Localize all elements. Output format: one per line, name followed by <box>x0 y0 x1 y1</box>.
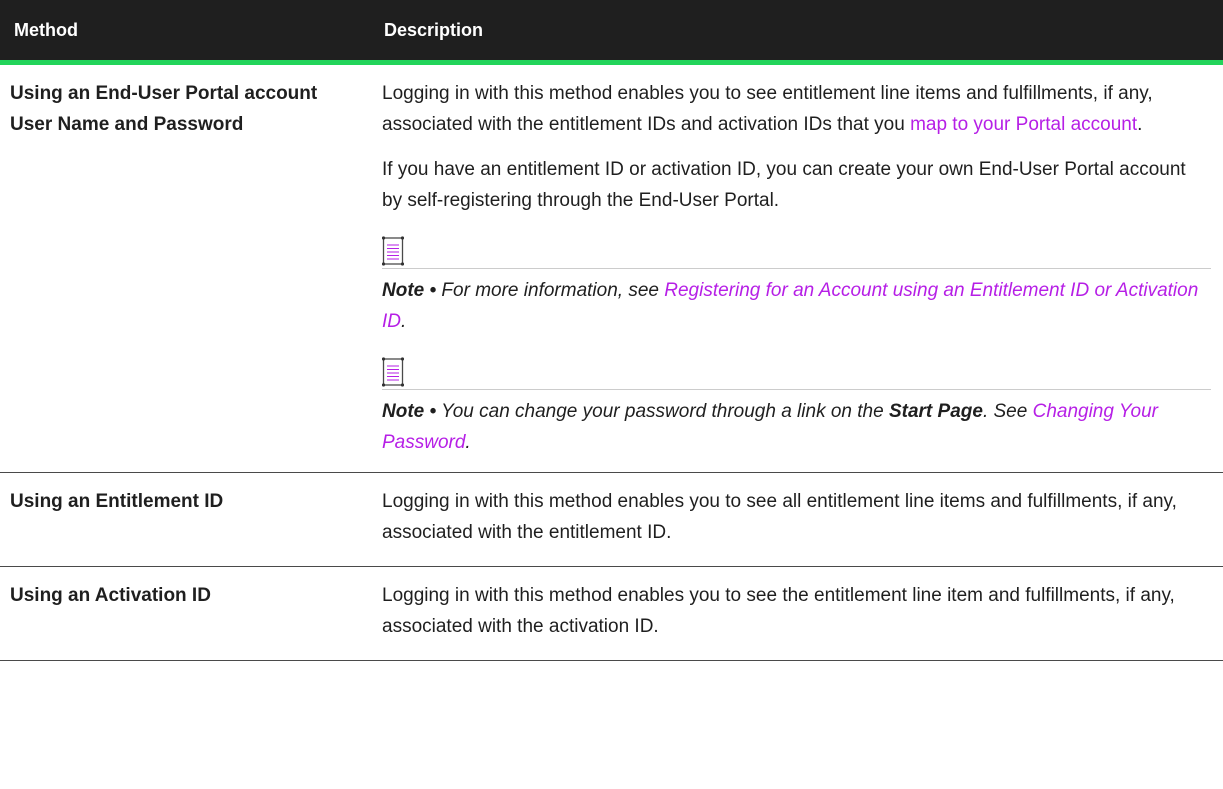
description-paragraph: Logging in with this method enables you … <box>382 78 1211 140</box>
note-text-part: You can change your password through a l… <box>436 401 889 422</box>
note-text-end: . <box>401 311 407 332</box>
methods-table: Method Description Using an End-User Por… <box>0 0 1223 661</box>
method-cell: Using an Entitlement ID <box>0 472 370 567</box>
note-divider <box>382 268 1211 269</box>
note-document-icon <box>381 236 405 266</box>
description-cell: Logging in with this method enables you … <box>370 472 1223 567</box>
note-label: Note • <box>382 280 437 301</box>
note-block: Note • For more information, see Registe… <box>381 236 1211 337</box>
header-method: Method <box>0 0 370 65</box>
description-cell: Logging in with this method enables you … <box>370 566 1223 661</box>
table-header: Method Description <box>0 0 1223 65</box>
header-row: Method Description <box>0 0 1223 65</box>
table-row: Using an Entitlement ID Logging in with … <box>0 472 1223 567</box>
method-cell: Using an End-User Portal account User Na… <box>0 62 370 473</box>
note-block: Note • You can change your password thro… <box>381 357 1211 458</box>
table-row: Using an Activation ID Logging in with t… <box>0 566 1223 661</box>
note-document-icon <box>381 357 405 387</box>
note-text: Note • For more information, see Registe… <box>382 275 1211 337</box>
note-text-part: . See <box>982 401 1033 422</box>
start-page-label: Start Page <box>888 401 983 422</box>
header-description: Description <box>370 0 1223 65</box>
note-divider <box>382 389 1211 390</box>
map-portal-account-link[interactable]: map to your Portal account <box>910 114 1137 135</box>
method-cell: Using an Activation ID <box>0 566 370 661</box>
note-text: Note • You can change your password thro… <box>382 396 1211 458</box>
description-paragraph: If you have an entitlement ID or activat… <box>382 159 1186 211</box>
paragraph-text-end: . <box>1137 114 1143 135</box>
note-text-end: . <box>465 432 471 453</box>
description-cell: Logging in with this method enables you … <box>370 62 1223 473</box>
table-row: Using an End-User Portal account User Na… <box>0 62 1223 473</box>
note-text-part: For more information, see <box>436 280 665 301</box>
note-label: Note • <box>382 401 437 422</box>
